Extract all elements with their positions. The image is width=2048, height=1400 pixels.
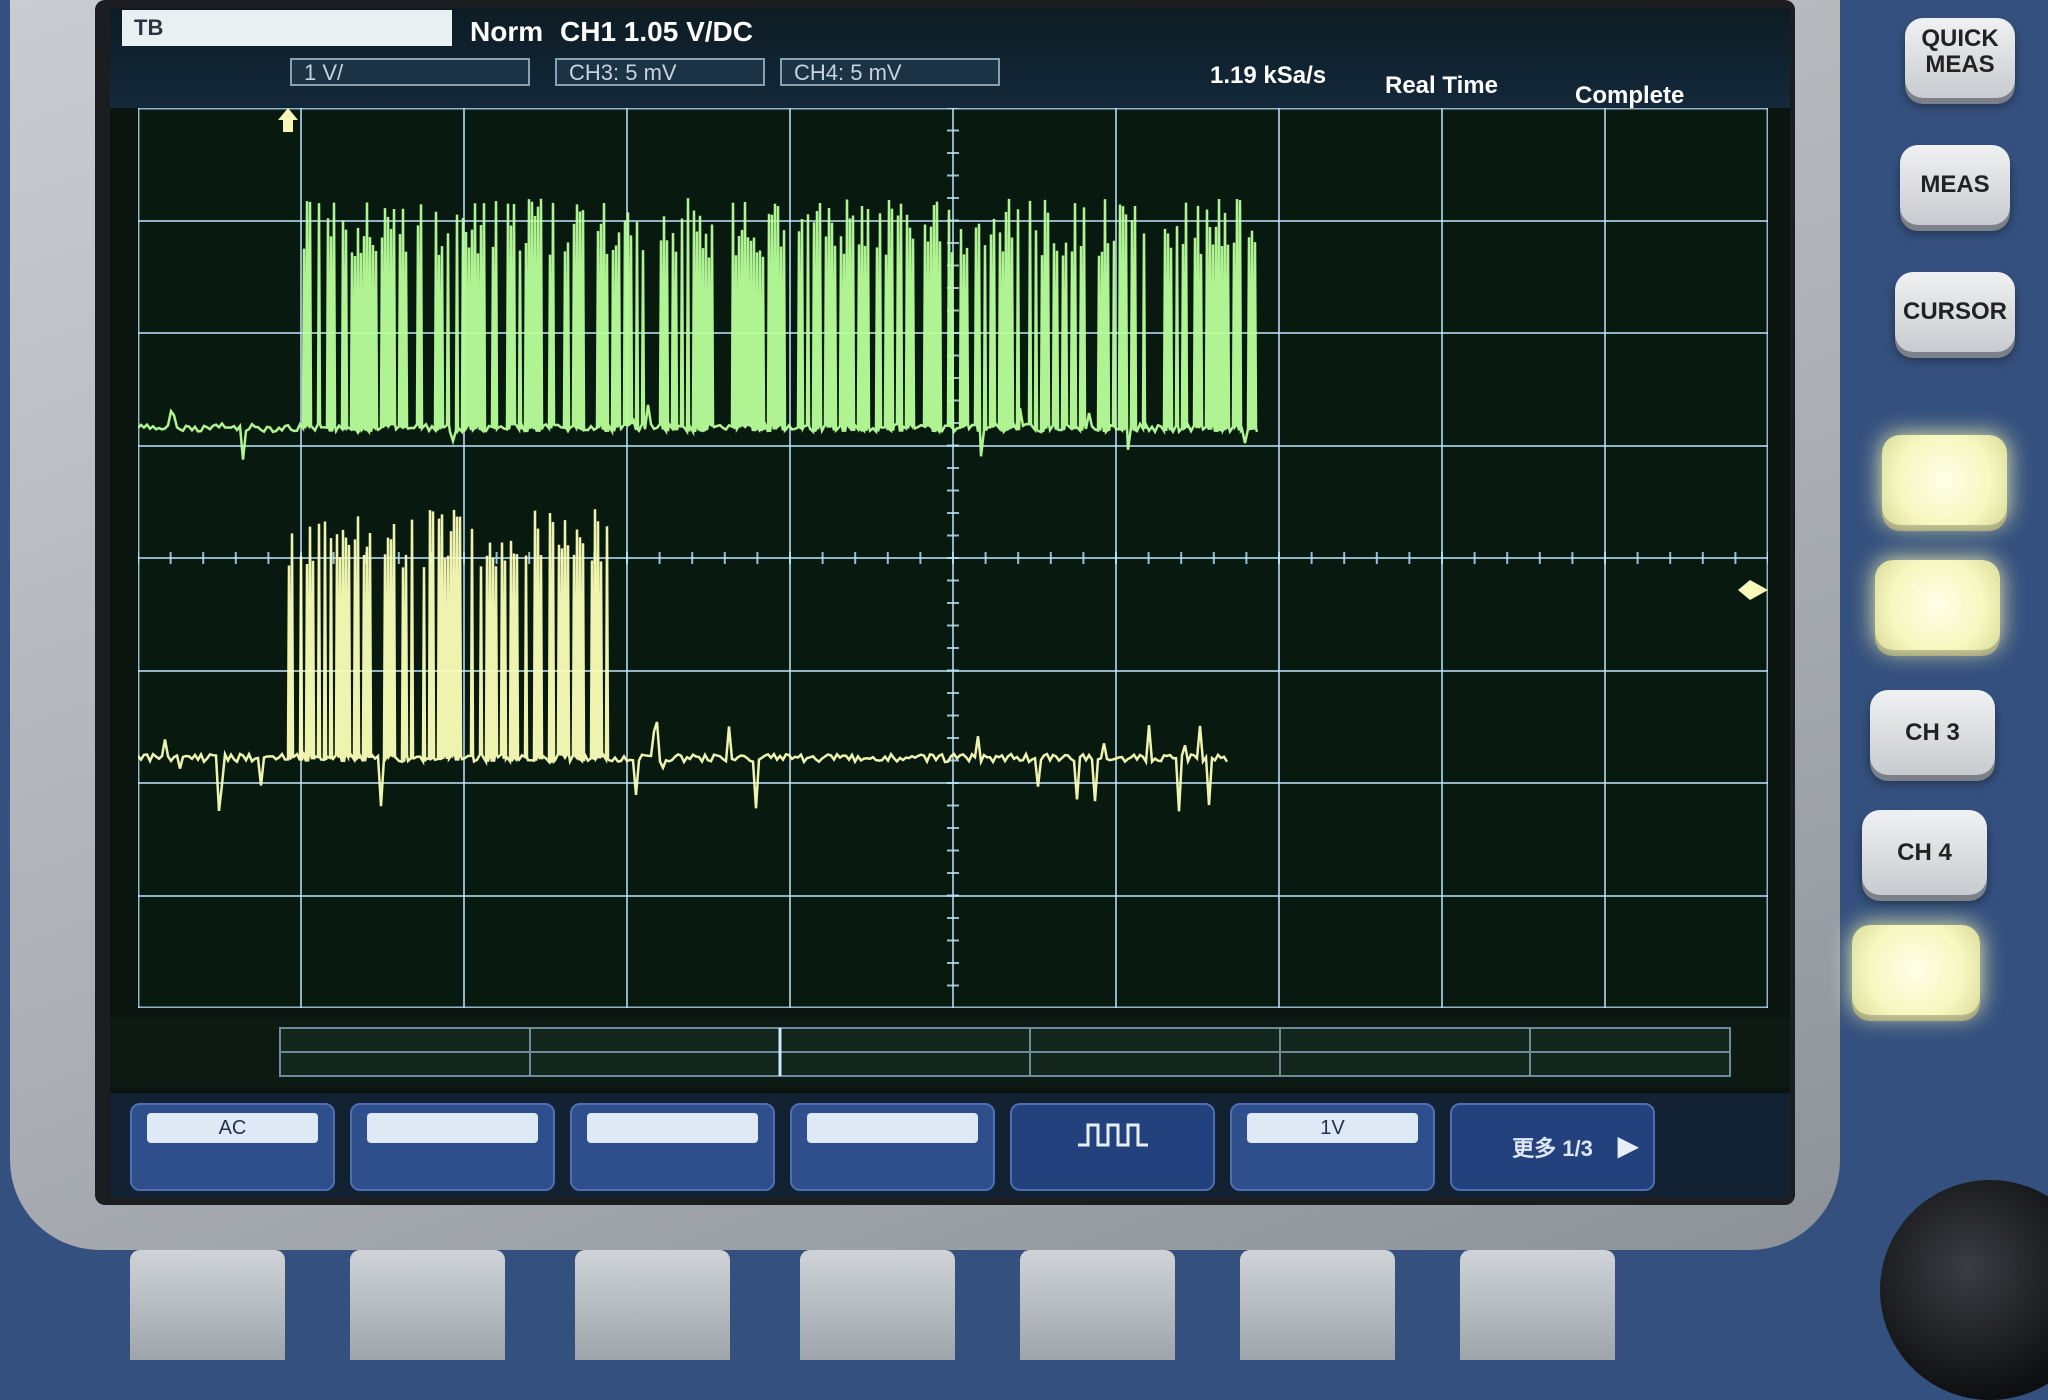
softkey-probe-value: 1V [1247, 1113, 1418, 1143]
status-header: TB Norm CH1 1.05 V/DC 1 V/ CH3: 5 mV CH4… [110, 8, 1790, 109]
softkey-3-value [587, 1113, 758, 1143]
meas-label: MEAS [1920, 171, 1990, 198]
waveform-display [138, 108, 1768, 1008]
softkey-3[interactable] [570, 1103, 775, 1191]
ch3-label: CH 3 [1905, 719, 1960, 746]
ch2-scale-box[interactable]: 1 V/ [290, 58, 530, 86]
math-button[interactable] [1852, 925, 1980, 1015]
softkey-2[interactable] [350, 1103, 555, 1191]
ch3-scale-box[interactable]: CH3: 5 mV [555, 58, 765, 86]
softkey-4-value [807, 1113, 978, 1143]
softkey-coupling-value: AC [147, 1113, 318, 1143]
ch3-button[interactable]: CH 3 [1870, 690, 1995, 775]
softkey-tab-7[interactable] [1460, 1250, 1615, 1360]
softkey-tab-5[interactable] [1020, 1250, 1175, 1360]
acquisition-mode-label: Real Time [1385, 72, 1498, 99]
play-arrow-icon: ▶ [1617, 1130, 1639, 1161]
cursor-button[interactable]: CURSOR [1895, 272, 2015, 352]
softkey-more[interactable]: 更多 1/3 ▶ [1450, 1103, 1655, 1191]
trigger-position-marker[interactable] [278, 108, 298, 132]
rotary-knob[interactable] [1880, 1180, 2048, 1400]
oscilloscope-screen: TB Norm CH1 1.05 V/DC 1 V/ CH3: 5 mV CH4… [110, 8, 1790, 1198]
acquisition-status-label: Complete [1575, 82, 1685, 109]
trigger-mode-label: Norm [470, 16, 544, 47]
softkey-probe[interactable]: 1V [1230, 1103, 1435, 1191]
ch2-button[interactable] [1875, 560, 2000, 650]
ch1-scale-label: CH1 1.05 V/DC [560, 16, 753, 47]
trigger-level-marker[interactable] [1738, 580, 1768, 600]
softkey-tab-3[interactable] [575, 1250, 730, 1360]
ch1-waveform [138, 198, 1259, 460]
ch4-scale-box[interactable]: CH4: 5 mV [780, 58, 1000, 86]
softkey-coupling[interactable]: AC [130, 1103, 335, 1191]
sample-rate-label: 1.19 kSa/s [1210, 62, 1327, 89]
ch1-button[interactable] [1882, 435, 2007, 525]
softkey-tab-2[interactable] [350, 1250, 505, 1360]
ch4-button[interactable]: CH 4 [1862, 810, 1987, 895]
waveform-filter-icon [1077, 1123, 1148, 1147]
softkey-tab-1[interactable] [130, 1250, 285, 1360]
meas-button[interactable]: MEAS [1900, 145, 2010, 225]
cursor-label: CURSOR [1902, 298, 2007, 325]
softkey-menu-bar: AC 1V 更多 1/3 ▶ [110, 1093, 1790, 1198]
softkey-tab-6[interactable] [1240, 1250, 1395, 1360]
softkey-2-value [367, 1113, 538, 1143]
quick-meas-button[interactable]: QUICK MEAS [1905, 18, 2015, 98]
softkey-filter[interactable] [1010, 1103, 1215, 1191]
record-overview-bar[interactable] [110, 1018, 1790, 1088]
softkey-tab-4[interactable] [800, 1250, 955, 1360]
waveform-grid[interactable] [138, 108, 1768, 1008]
record-overview-graphic [279, 1027, 1731, 1077]
quick-meas-label: QUICK MEAS [1921, 25, 1999, 78]
ch4-label: CH 4 [1897, 839, 1952, 866]
softkey-4[interactable] [790, 1103, 995, 1191]
trigger-info-box[interactable]: TB [122, 10, 452, 46]
